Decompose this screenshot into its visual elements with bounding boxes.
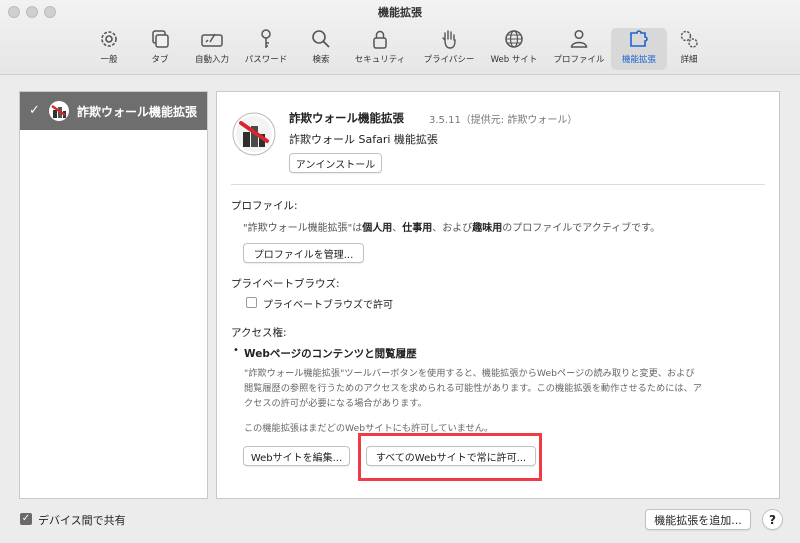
gears-icon [680, 30, 698, 48]
scam-wall-logo-icon [232, 112, 276, 156]
add-extensions-button[interactable]: 機能拡張を追加... [645, 509, 751, 530]
preferences-window: 機能拡張 一般 タブ 自動入力 パスワード 検索 セキュリティ プライバシー W… [0, 0, 800, 543]
tab-general-label: 一般 [100, 55, 118, 65]
tab-profiles-label: プロファイル [553, 55, 605, 65]
tab-privacy-label: プライバシー [423, 55, 475, 65]
tab-general[interactable]: 一般 [81, 28, 137, 70]
profile-bold-3: 趣味用 [472, 223, 503, 234]
window-title: 機能拡張 [378, 6, 422, 19]
help-button[interactable]: ? [762, 509, 783, 530]
tab-websites[interactable]: Web サイト [486, 28, 542, 70]
tab-tabs[interactable]: タブ [132, 28, 188, 70]
extension-subtitle: 詐欺ウォール Safari 機能拡張 [289, 133, 438, 146]
extension-version: 3.5.11（提供元: 詐欺ウォール） [429, 115, 578, 126]
tab-extensions-label: 機能拡張 [621, 55, 656, 65]
tab-profiles[interactable]: プロファイル [551, 28, 607, 70]
tabs-icon [152, 30, 169, 48]
profile-heading: プロファイル: [231, 200, 298, 212]
extension-name: 詐欺ウォール機能拡張 [289, 111, 404, 125]
hand-icon [442, 30, 456, 49]
list-item[interactable]: ✓ 詐欺ウォール機能拡張 [20, 92, 207, 130]
profile-bold-2: 仕事用 [402, 223, 433, 234]
access-description-line-3: クセスの許可が必要になる場合があります。 [244, 398, 427, 409]
autofill-icon [201, 33, 223, 47]
share-across-devices-label: デバイス間で共有 [38, 514, 126, 527]
tab-search-label: 検索 [312, 55, 330, 65]
profile-text-1: "詐欺ウォール機能拡張"は [243, 223, 363, 234]
extensions-list: ✓ 詐欺ウォール機能拡張 [19, 91, 208, 499]
person-icon [570, 29, 588, 48]
tab-tabs-label: タブ [151, 55, 169, 65]
profile-description: "詐欺ウォール機能拡張"は個人用、仕事用、および趣味用のプロファイルでアクティブ… [243, 219, 660, 234]
edit-websites-button[interactable]: Webサイトを編集... [243, 446, 350, 466]
bullet: • [233, 345, 239, 356]
profile-text-2: 、および [432, 223, 473, 234]
search-icon [312, 30, 330, 48]
tab-search[interactable]: 検索 [293, 28, 349, 70]
tab-security[interactable]: セキュリティ [352, 28, 408, 70]
highlight-box [358, 433, 542, 481]
puzzle-icon [630, 30, 648, 47]
tab-advanced-label: 詳細 [680, 55, 698, 65]
profile-text-3: のプロファイルでアクティブです。 [502, 223, 661, 234]
manage-profiles-button[interactable]: プロファイルを管理... [243, 243, 364, 263]
tab-passwords-label: パスワード [244, 55, 288, 65]
access-description-line-2: 閲覧履歴の参照を行うためのアクセスを求められる可能性があります。この機能拡張を動… [244, 383, 702, 394]
list-item-label: 詐欺ウォール機能拡張 [77, 105, 198, 119]
toolbar: 機能拡張 一般 タブ 自動入力 パスワード 検索 セキュリティ プライバシー W… [0, 0, 800, 75]
profile-bold-1: 個人用 [362, 223, 393, 234]
tab-websites-label: Web サイト [490, 55, 538, 65]
tab-security-label: セキュリティ [354, 55, 406, 65]
access-item-title: Webページのコンテンツと閲覧履歴 [244, 348, 417, 360]
profile-sep-1: 、 [392, 223, 403, 234]
gear-icon [101, 31, 117, 47]
lock-icon [373, 30, 387, 49]
private-browsing-heading: プライベートブラウズ: [231, 278, 340, 290]
private-browsing-label: プライベートブラウズで許可 [263, 300, 393, 311]
private-browsing-checkbox[interactable] [246, 297, 257, 308]
scam-wall-logo-icon [49, 101, 69, 121]
tab-advanced[interactable]: 詳細 [661, 28, 717, 70]
access-heading: アクセス権: [231, 327, 287, 339]
tab-autofill-label: 自動入力 [194, 55, 229, 65]
divider [231, 184, 765, 185]
key-icon [261, 29, 271, 48]
share-across-devices-checkbox[interactable]: ✓ [20, 513, 32, 525]
uninstall-button[interactable]: アンインストール [289, 153, 382, 173]
tab-passwords[interactable]: パスワード [238, 28, 294, 70]
checkmark-icon[interactable]: ✓ [29, 103, 40, 118]
tab-extensions[interactable]: 機能拡張 [611, 28, 667, 70]
not-allowed-text: この機能拡張はまだどのWebサイトにも許可していません。 [244, 423, 494, 434]
globe-icon [505, 30, 523, 48]
tab-autofill[interactable]: 自動入力 [184, 28, 240, 70]
access-description-line-1: "詐欺ウォール機能拡張"ツールバーボタンを使用すると、機能拡張からWebページの… [244, 368, 695, 379]
tab-privacy[interactable]: プライバシー [421, 28, 477, 70]
